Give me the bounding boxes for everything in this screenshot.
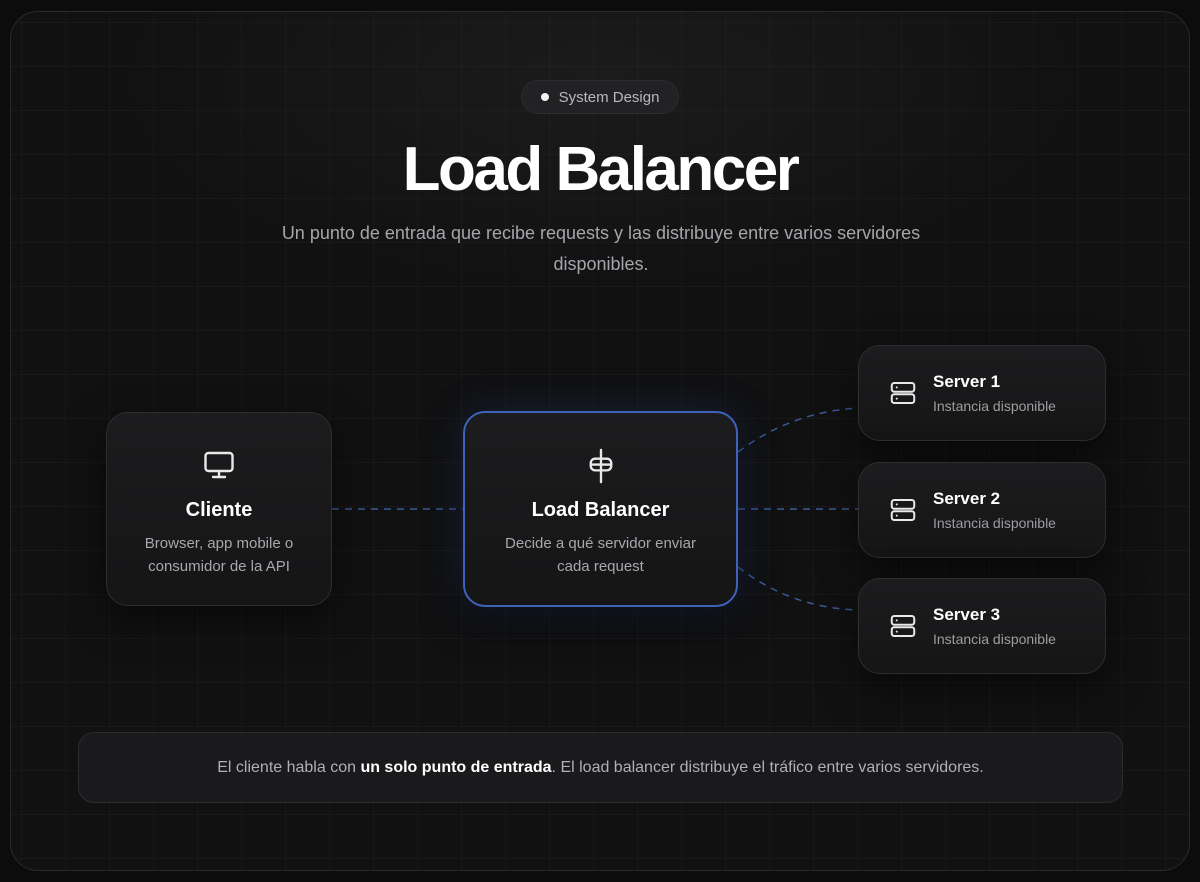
summary-text-before: El cliente habla con [217, 758, 361, 776]
client-description: Browser, app mobile o consumidor de la A… [144, 535, 294, 575]
server-3-node[interactable]: Server 3 Instancia disponible [858, 578, 1106, 674]
monitor-icon [107, 447, 331, 485]
load-balancer-node[interactable]: Load Balancer Decide a qué servidor envi… [463, 411, 738, 607]
summary-note: El cliente habla con un solo punto de en… [78, 732, 1123, 803]
link-balancer-server-1 [737, 407, 859, 453]
server-1-title: Server 1 [933, 372, 1001, 391]
server-1-node[interactable]: Server 1 Instancia disponible [858, 345, 1106, 441]
balancer-description: Decide a qué servidor enviar cada reques… [505, 535, 696, 575]
summary-highlight: un solo punto de entrada [360, 758, 552, 776]
diagram-frame: System Design Load Balancer Un punto de … [10, 11, 1190, 871]
balancer-icon [465, 447, 736, 485]
client-title: Cliente [185, 499, 253, 521]
client-node[interactable]: Cliente Browser, app mobile o consumidor… [106, 412, 332, 606]
server-2-node[interactable]: Server 2 Instancia disponible [858, 462, 1106, 558]
server-icon [883, 378, 923, 408]
balancer-title: Load Balancer [531, 499, 670, 521]
server-2-description: Instancia disponible [933, 515, 1056, 531]
server-1-description: Instancia disponible [933, 398, 1056, 414]
server-3-title: Server 3 [933, 605, 1001, 624]
summary-text-after: . El load balancer distribuye el tráfico… [551, 758, 984, 776]
server-icon [883, 611, 923, 641]
server-icon [883, 495, 923, 525]
link-balancer-server-3 [737, 566, 859, 611]
server-3-description: Instancia disponible [933, 631, 1056, 647]
server-2-title: Server 2 [933, 489, 1001, 508]
